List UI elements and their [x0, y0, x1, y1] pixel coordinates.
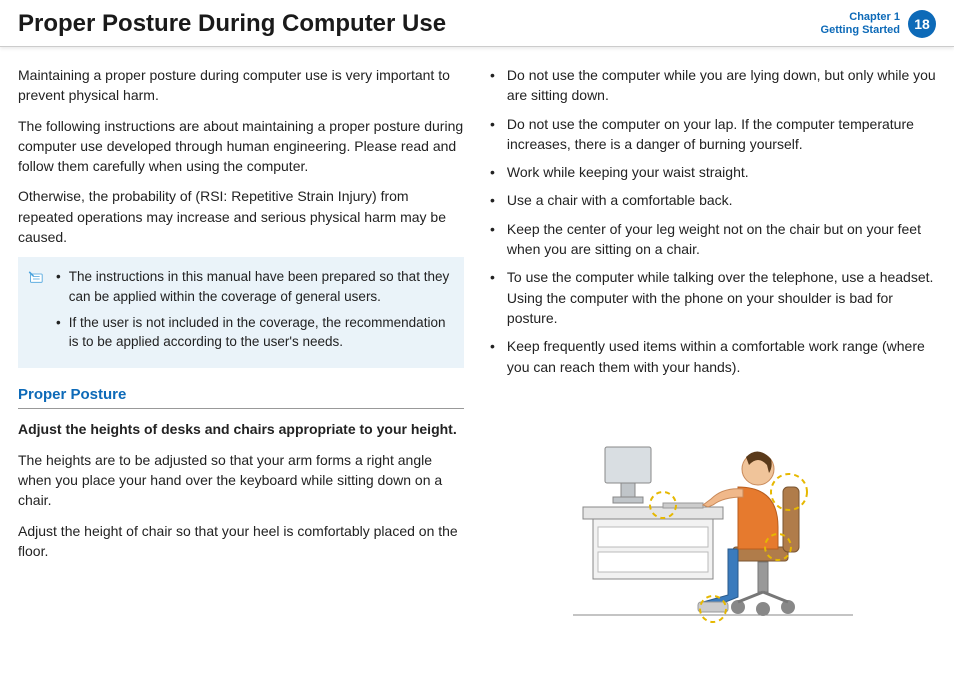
chapter-info: Chapter 1 Getting Started	[821, 11, 900, 37]
bullet-4: Use a chair with a comfortable back.	[507, 190, 733, 210]
bullet-3: Work while keeping your waist straight.	[507, 162, 749, 182]
bullet-7: Keep frequently used items within a comf…	[507, 336, 936, 377]
sub-heading: Adjust the heights of desks and chairs a…	[18, 419, 464, 439]
section-title: Proper Posture	[18, 384, 464, 410]
note-icon	[28, 269, 48, 357]
bullet-5: Keep the center of your leg weight not o…	[507, 219, 936, 260]
content-area: Maintaining a proper posture during comp…	[0, 47, 954, 637]
intro-p1: Maintaining a proper posture during comp…	[18, 65, 464, 106]
header-right: Chapter 1 Getting Started 18	[821, 10, 936, 38]
bullet-1: Do not use the computer while you are ly…	[507, 65, 936, 106]
note-list: The instructions in this manual have bee…	[56, 267, 450, 357]
note-box: The instructions in this manual have bee…	[18, 257, 464, 367]
page-number-badge: 18	[908, 10, 936, 38]
posture-p1: The heights are to be adjusted so that y…	[18, 450, 464, 511]
posture-p2: Adjust the height of chair so that your …	[18, 521, 464, 562]
posture-illustration	[490, 387, 936, 627]
chapter-line2: Getting Started	[821, 24, 900, 37]
intro-p2: The following instructions are about mai…	[18, 116, 464, 177]
right-column: Do not use the computer while you are ly…	[490, 65, 936, 627]
bullet-list: Do not use the computer while you are ly…	[490, 65, 936, 377]
left-column: Maintaining a proper posture during comp…	[18, 65, 464, 627]
intro-p3: Otherwise, the probability of (RSI: Repe…	[18, 186, 464, 247]
bullet-2: Do not use the computer on your lap. If …	[507, 114, 936, 155]
chapter-line1: Chapter 1	[821, 11, 900, 24]
page-title: Proper Posture During Computer Use	[18, 10, 446, 38]
note-item-2: If the user is not included in the cover…	[69, 313, 450, 352]
bullet-6: To use the computer while talking over t…	[507, 267, 936, 328]
note-item-1: The instructions in this manual have bee…	[69, 267, 450, 306]
page-header: Proper Posture During Computer Use Chapt…	[0, 0, 954, 47]
